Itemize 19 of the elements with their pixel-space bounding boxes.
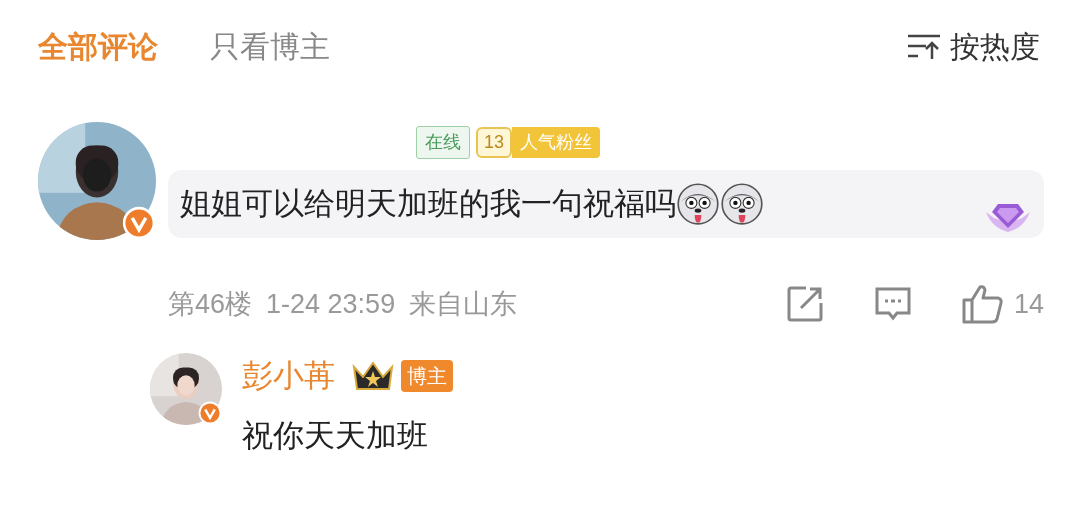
reply-text: 祝你天天加班 [242, 417, 429, 455]
share-button[interactable] [785, 285, 824, 324]
online-badge: 在线 [416, 125, 470, 159]
like-button[interactable]: 14 [961, 284, 1044, 325]
floor-number: 第46楼 [168, 288, 253, 321]
comment-location: 来自山东 [409, 288, 518, 321]
fan-badge: 人气粉丝 [512, 126, 601, 158]
husky-emoji-icon [720, 182, 764, 226]
thumbs-up-icon [961, 284, 1004, 325]
tab[interactable]: 只看博主 [210, 23, 330, 69]
comment-text: 姐姐可以给明天加班的我一句祝福吗 [180, 184, 676, 223]
sort-button[interactable]: 按热度 [906, 23, 1040, 69]
blogger-badge: 博主 [401, 359, 453, 392]
husky-emoji-icon [676, 182, 720, 226]
share-icon [785, 285, 824, 324]
tab[interactable]: 全部评论 [38, 23, 158, 69]
comment-date: 1-24 23:59 [266, 288, 396, 321]
reply-author-name: 彭小苒 [242, 356, 335, 395]
fan-level-badge: 13 [476, 126, 513, 158]
